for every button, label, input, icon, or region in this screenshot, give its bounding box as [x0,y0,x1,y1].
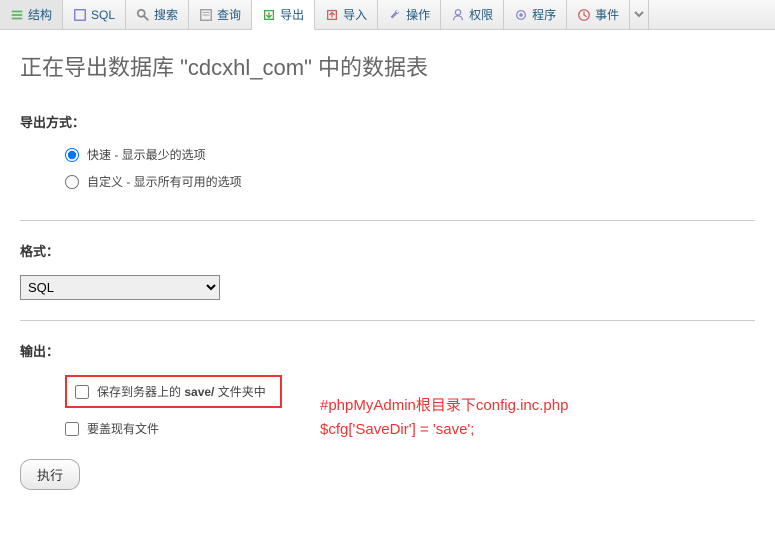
tab-search[interactable]: 搜索 [126,0,189,29]
triangle-icon [634,8,644,22]
annotation-line2: $cfg['SaveDir'] = 'save'; [320,418,568,442]
export-method-radios: 快速 - 显示最少的选项 自定义 - 显示所有可用的选项 [20,146,755,190]
tab-label: 结构 [28,6,52,23]
tab-events[interactable]: 事件 [567,0,630,29]
tab-bar: 结构 SQL 搜索 查询 导出 导入 操作 权限 程序 事件 [0,0,775,30]
tab-operations[interactable]: 操作 [378,0,441,29]
format-section: 格式： SQL [20,241,755,321]
tab-structure[interactable]: 结构 [0,0,63,29]
tab-sql[interactable]: SQL [63,0,126,29]
page-title: 正在导出数据库 "cdcxhl_com" 中的数据表 [20,50,755,82]
checkbox-save-server-label: 保存到务器上的 save/ 文件夹中 [97,383,266,400]
tab-label: 程序 [532,6,556,23]
radio-custom[interactable]: 自定义 - 显示所有可用的选项 [65,173,755,190]
export-icon [262,8,276,22]
tab-label: 查询 [217,6,241,23]
format-label: 格式： [20,241,755,260]
checkbox-overwrite-input[interactable] [65,422,79,436]
tab-label: 操作 [406,6,430,23]
export-method-section: 导出方式： 快速 - 显示最少的选项 自定义 - 显示所有可用的选项 [20,112,755,221]
tab-label: 搜索 [154,6,178,23]
routines-icon [514,8,528,22]
output-label: 输出： [20,341,755,360]
format-select[interactable]: SQL [20,275,220,300]
privileges-icon [451,8,465,22]
radio-quick-input[interactable] [65,148,79,162]
query-icon [199,8,213,22]
tab-label: 导入 [343,6,367,23]
checkbox-save-server[interactable]: 保存到务器上的 save/ 文件夹中 [75,383,266,400]
tab-label: 导出 [280,6,304,23]
wrench-icon [388,8,402,22]
radio-custom-label: 自定义 - 显示所有可用的选项 [87,173,242,190]
save-to-server-highlight: 保存到务器上的 save/ 文件夹中 [65,375,282,408]
radio-quick-label: 快速 - 显示最少的选项 [87,146,206,163]
tab-label: SQL [91,8,115,22]
checkbox-save-server-input[interactable] [75,385,89,399]
tab-routines[interactable]: 程序 [504,0,567,29]
annotation-text: #phpMyAdmin根目录下config.inc.php $cfg['Save… [320,394,568,442]
import-icon [325,8,339,22]
checkbox-overwrite-label: 要盖现有文件 [87,420,159,437]
tab-label: 事件 [595,6,619,23]
radio-custom-input[interactable] [65,175,79,189]
sql-icon [73,8,87,22]
tab-query[interactable]: 查询 [189,0,252,29]
tab-privileges[interactable]: 权限 [441,0,504,29]
annotation-line1: #phpMyAdmin根目录下config.inc.php [320,394,568,418]
tab-label: 权限 [469,6,493,23]
radio-quick[interactable]: 快速 - 显示最少的选项 [65,146,755,163]
events-icon [577,8,591,22]
structure-icon [10,8,24,22]
tab-more[interactable] [630,0,649,29]
tab-export[interactable]: 导出 [252,0,315,30]
export-method-label: 导出方式： [20,112,755,131]
search-icon [136,8,150,22]
submit-button[interactable]: 执行 [20,459,80,490]
tab-import[interactable]: 导入 [315,0,378,29]
